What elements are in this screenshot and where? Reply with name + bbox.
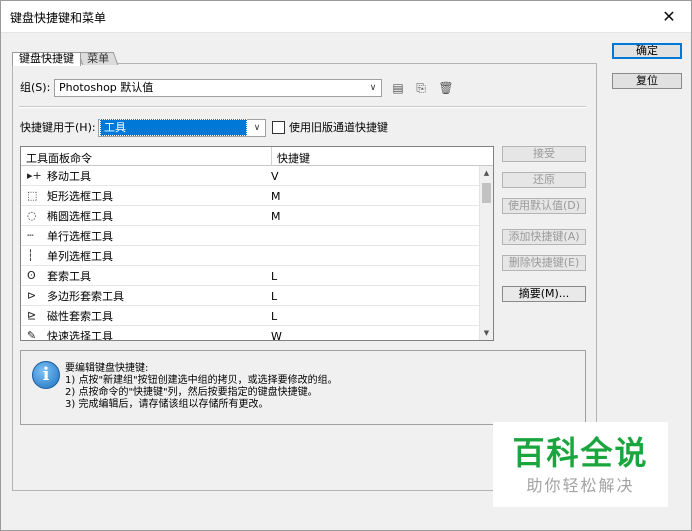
command-name: 椭圆选框工具 bbox=[47, 210, 113, 223]
info-line: 3) 完成编辑后，请存储该组以存储所有更改。 bbox=[65, 399, 269, 410]
command-name: 矩形选框工具 bbox=[47, 190, 113, 203]
summary-button[interactable]: 摘要(M)... bbox=[502, 286, 586, 302]
command-name: 多边形套索工具 bbox=[47, 290, 124, 303]
use-default-button[interactable]: 使用默认值(D) bbox=[502, 198, 586, 214]
info-line: 1) 点按"新建组"按钮创建选中组的拷贝，或选择要修改的组。 bbox=[65, 375, 338, 386]
table-header: 工具面板命令 快捷键 bbox=[21, 147, 493, 166]
table-row[interactable]: ʘ 套索工具 L bbox=[21, 266, 480, 286]
magnetic-lasso-icon: ⊵ bbox=[27, 309, 37, 322]
table-row[interactable]: ┄ 单行选框工具 bbox=[21, 226, 480, 246]
info-line: 要编辑键盘快捷键: bbox=[65, 363, 149, 374]
group-select[interactable]: Photoshop 默认值 ∨ bbox=[54, 79, 382, 97]
delete-shortcut-button[interactable]: 删除快捷键(E) bbox=[502, 255, 586, 271]
accept-button[interactable]: 接受 bbox=[502, 146, 586, 162]
table-row[interactable]: ✎ 快速选择工具 W bbox=[21, 326, 480, 341]
column-header-shortcut[interactable]: 快捷键 bbox=[277, 150, 310, 166]
trash-icon[interactable]: 🗑 bbox=[438, 80, 454, 96]
info-box: i 要编辑键盘快捷键: 1) 点按"新建组"按钮创建选中组的拷贝，或选择要修改的… bbox=[20, 350, 586, 425]
lasso-icon: ʘ bbox=[27, 269, 36, 282]
add-shortcut-button[interactable]: 添加快捷键(A) bbox=[502, 229, 586, 245]
info-line: 2) 点按命令的"快捷键"列，然后按要指定的键盘快捷键。 bbox=[65, 387, 318, 398]
window-title: 键盘快捷键和菜单 bbox=[10, 11, 107, 25]
watermark: 百科全说 助你轻松解决 bbox=[493, 422, 668, 507]
move-tool-icon: ▸+ bbox=[27, 169, 42, 182]
table-row[interactable]: ⊳ 多边形套索工具 L bbox=[21, 286, 480, 306]
legacy-channel-checkbox[interactable] bbox=[272, 121, 285, 134]
info-icon: i bbox=[32, 361, 60, 389]
save-as-icon[interactable]: ⎘ bbox=[413, 80, 429, 96]
shortcut-key[interactable]: L bbox=[271, 310, 277, 323]
command-name: 单行选框工具 bbox=[47, 230, 113, 243]
chevron-down-icon: ∨ bbox=[253, 123, 261, 133]
save-icon[interactable]: ▤ bbox=[390, 80, 406, 96]
column-header-command[interactable]: 工具面板命令 bbox=[26, 150, 92, 166]
ok-button[interactable]: 确定 bbox=[612, 43, 682, 59]
legacy-channel-label: 使用旧版通道快捷键 bbox=[289, 121, 388, 134]
divider bbox=[19, 106, 586, 108]
table-row[interactable]: ⬚ 矩形选框工具 M bbox=[21, 186, 480, 206]
tab-label: 键盘快捷键 bbox=[19, 52, 74, 65]
ellipse-marquee-icon: ◌ bbox=[27, 209, 37, 222]
table-row[interactable]: ▸+ 移动工具 V bbox=[21, 166, 480, 186]
single-column-marquee-icon: ┆ bbox=[27, 249, 34, 262]
shortcut-key[interactable]: L bbox=[271, 270, 277, 283]
polygon-lasso-icon: ⊳ bbox=[27, 289, 37, 302]
command-name: 单列选框工具 bbox=[47, 250, 113, 263]
group-value: Photoshop 默认值 bbox=[59, 81, 154, 94]
command-name: 磁性套索工具 bbox=[47, 310, 113, 323]
table-scrollbar[interactable]: ▲ ▼ bbox=[479, 166, 493, 340]
group-label: 组(S): bbox=[20, 81, 51, 94]
single-row-marquee-icon: ┄ bbox=[27, 229, 34, 242]
quick-select-icon: ✎ bbox=[27, 329, 37, 341]
watermark-title: 百科全说 bbox=[512, 434, 649, 472]
shortcut-key[interactable]: V bbox=[271, 170, 279, 183]
command-name: 套索工具 bbox=[47, 270, 91, 283]
table-row[interactable]: ┆ 单列选框工具 bbox=[21, 246, 480, 266]
table-row[interactable]: ⊵ 磁性套索工具 L bbox=[21, 306, 480, 326]
chevron-down-icon: ∨ bbox=[369, 83, 377, 93]
shortcut-key[interactable]: L bbox=[271, 290, 277, 303]
scroll-down-icon[interactable]: ▼ bbox=[480, 326, 493, 340]
shortcut-key[interactable]: W bbox=[271, 330, 282, 340]
table-row[interactable]: ◌ 椭圆选框工具 M bbox=[21, 206, 480, 226]
tab-label: 菜单 bbox=[87, 52, 110, 65]
scroll-up-icon[interactable]: ▲ bbox=[480, 166, 493, 180]
shortcuts-for-value: 工具 bbox=[100, 119, 247, 136]
title-bar: 键盘快捷键和菜单 ✕ bbox=[0, 0, 692, 33]
command-name: 移动工具 bbox=[47, 170, 91, 183]
tab-keyboard-shortcuts[interactable]: 键盘快捷键 bbox=[12, 52, 81, 66]
shortcut-key[interactable]: M bbox=[271, 210, 281, 223]
shortcut-key[interactable]: M bbox=[271, 190, 281, 203]
watermark-subtitle: 助你轻松解决 bbox=[526, 476, 635, 495]
scroll-thumb[interactable] bbox=[482, 183, 491, 203]
shortcuts-table: 工具面板命令 快捷键 ▸+ 移动工具 V ⬚ 矩形选框工具 M ◌ 椭圆选框工具… bbox=[20, 146, 494, 341]
close-icon[interactable]: ✕ bbox=[646, 0, 692, 33]
undo-button[interactable]: 还原 bbox=[502, 172, 586, 188]
reset-button[interactable]: 复位 bbox=[612, 73, 682, 89]
column-divider[interactable] bbox=[271, 147, 272, 166]
tab-menus[interactable]: 菜单 bbox=[77, 52, 119, 65]
shortcuts-for-label: 快捷键用于(H): bbox=[20, 121, 96, 134]
command-name: 快速选择工具 bbox=[47, 330, 113, 341]
rect-marquee-icon: ⬚ bbox=[27, 189, 38, 202]
